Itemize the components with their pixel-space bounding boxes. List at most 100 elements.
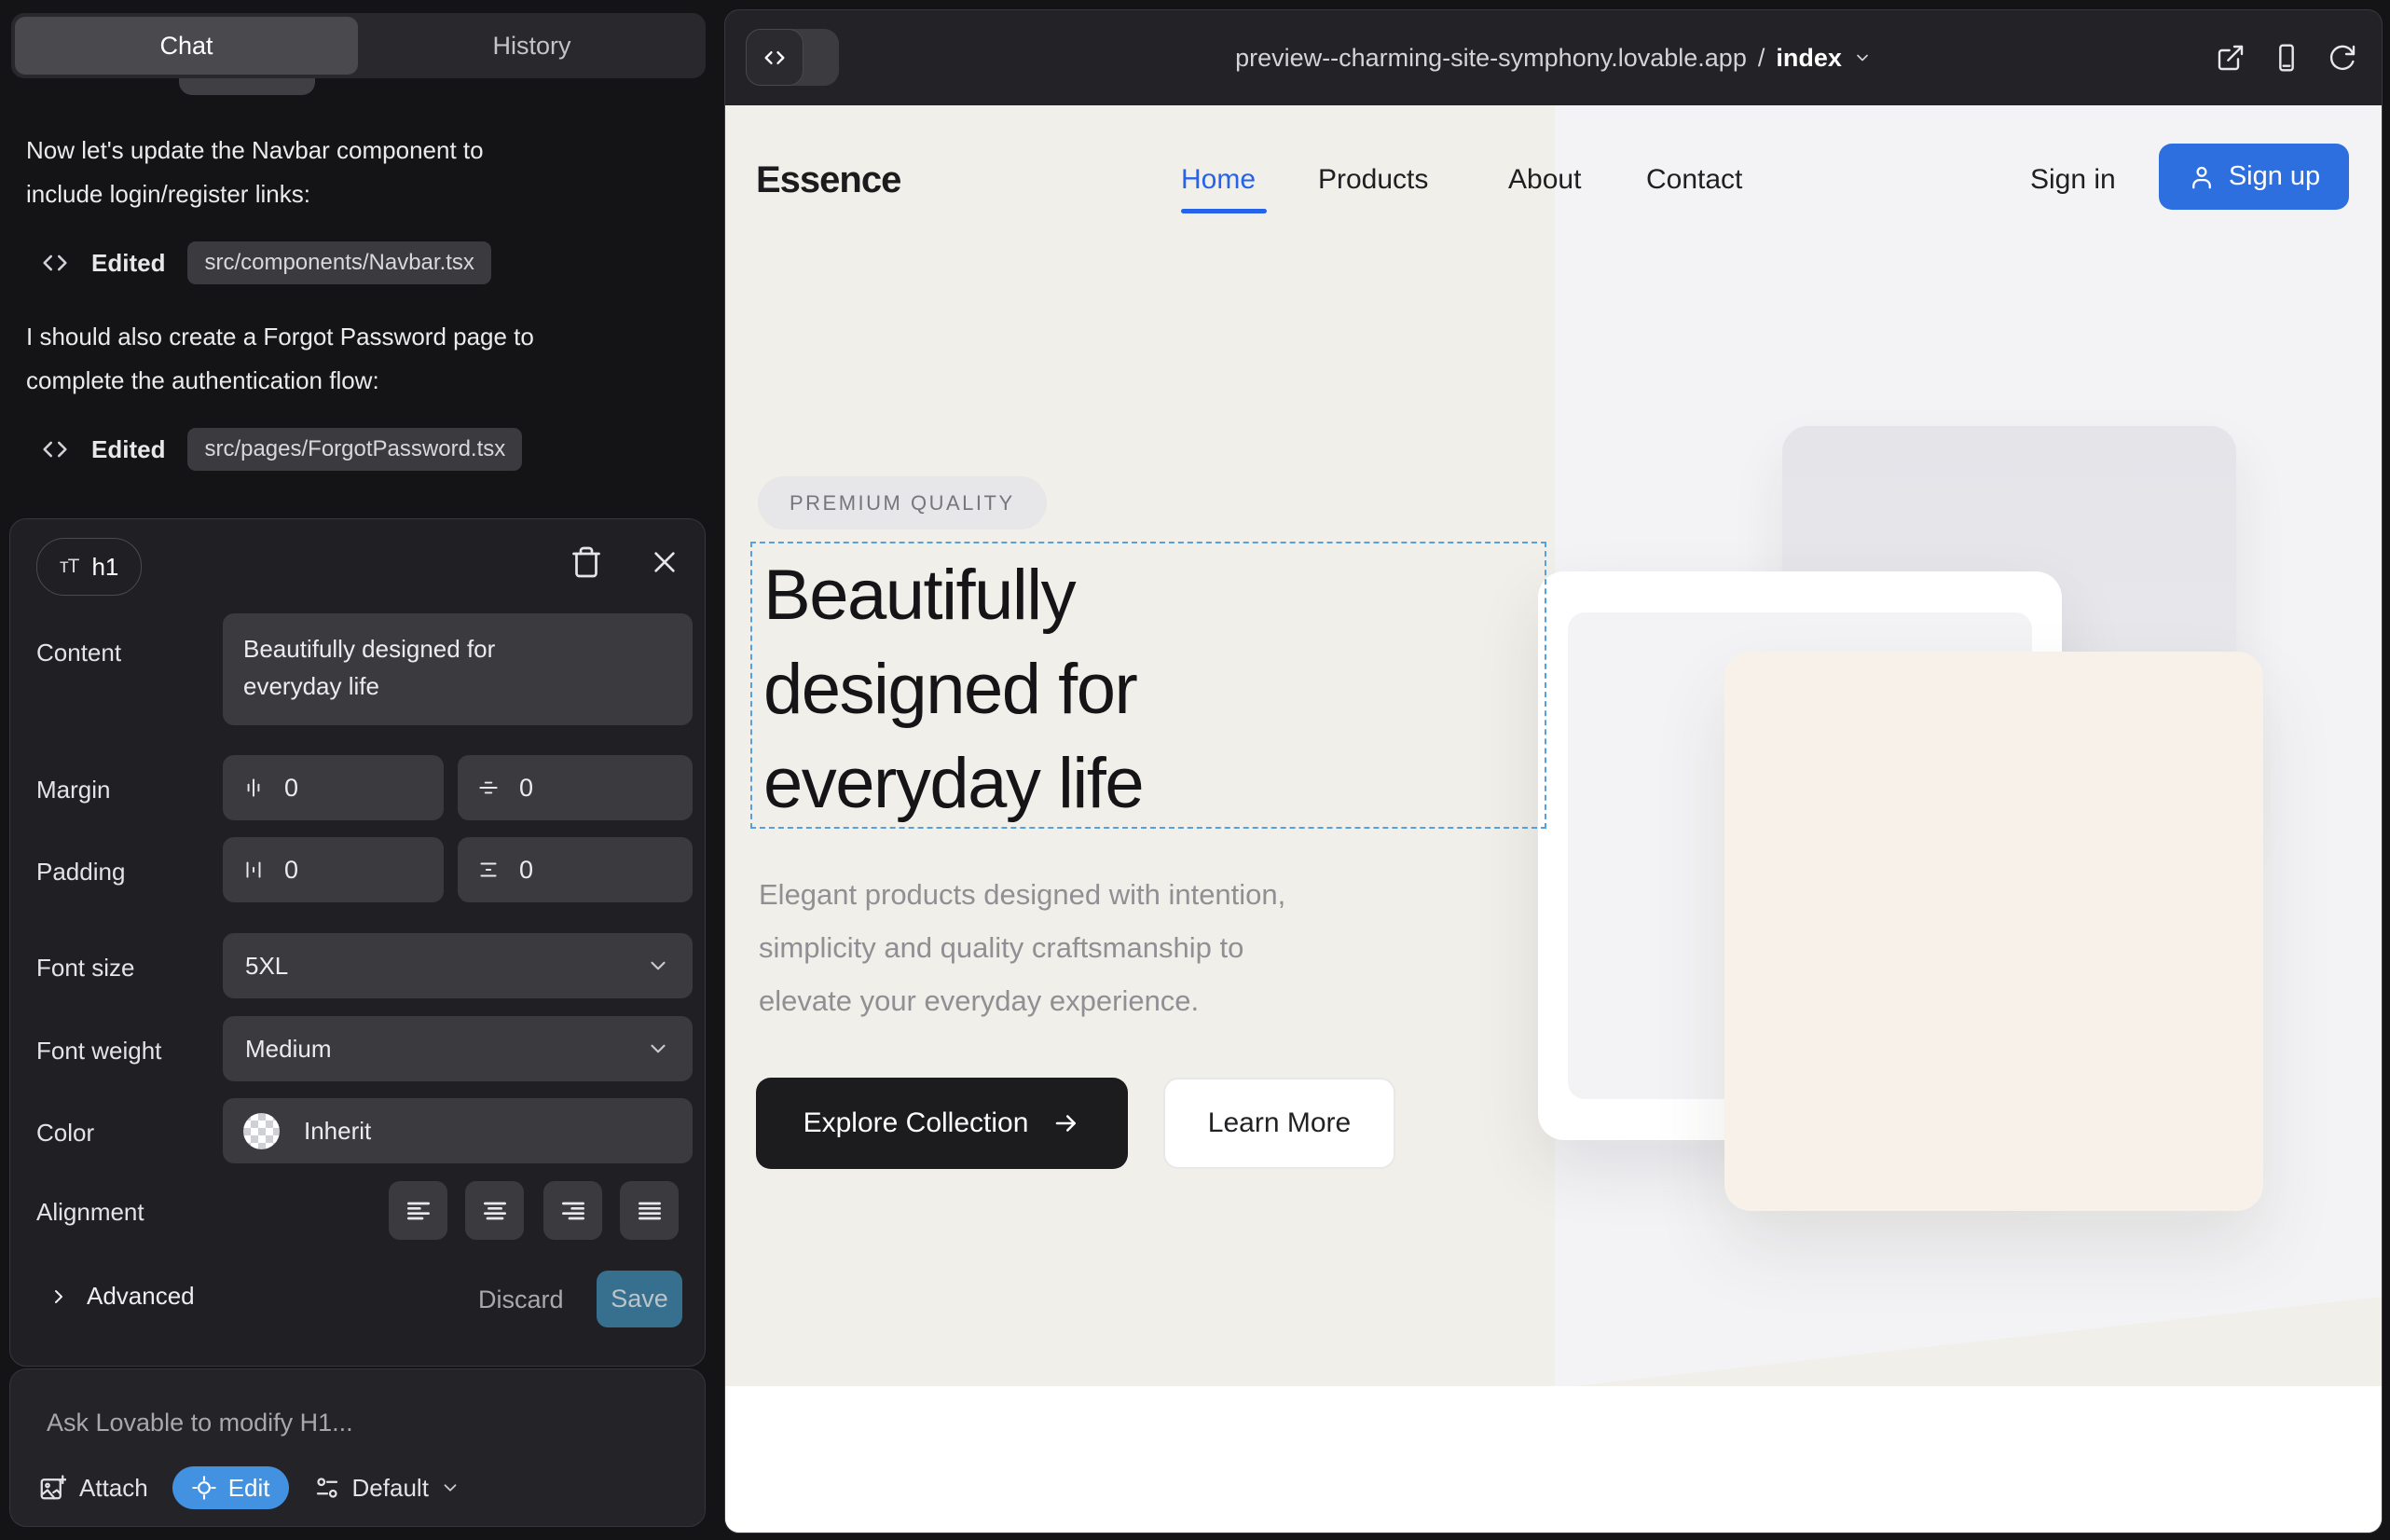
font-weight-select[interactable]: Medium: [223, 1016, 693, 1081]
align-right-button[interactable]: [543, 1181, 602, 1240]
h1-selection-outline[interactable]: [750, 542, 1546, 829]
margin-vertical-icon: [476, 776, 501, 800]
active-nav-underline: [1181, 209, 1267, 213]
edit-mode-button[interactable]: Edit: [172, 1466, 289, 1509]
padding-label: Padding: [36, 858, 125, 887]
margin-y-value: 0: [519, 774, 533, 803]
close-panel-button[interactable]: [650, 547, 680, 580]
nav-link-products[interactable]: Products: [1318, 164, 1428, 196]
margin-y-input[interactable]: 0: [458, 755, 693, 820]
attach-image-icon: [38, 1474, 66, 1502]
mode-label: Default: [352, 1474, 429, 1503]
nav-link-contact[interactable]: Contact: [1646, 164, 1742, 196]
font-size-select[interactable]: 5XL: [223, 933, 693, 998]
sign-up-label: Sign up: [2229, 161, 2320, 192]
tab-history[interactable]: History: [358, 13, 706, 78]
target-icon: [191, 1475, 217, 1501]
chevron-down-icon: [1853, 48, 1872, 67]
site-logo[interactable]: Essence: [756, 159, 900, 201]
scrolled-chip-partial: [179, 78, 315, 95]
font-weight-value: Medium: [245, 1035, 331, 1064]
app-window: Chat History Now let's update the Navbar…: [0, 0, 2390, 1540]
edited-label: Edited: [91, 435, 165, 464]
chat-message-line: Now let's update the Navbar component to: [26, 129, 697, 172]
edited-file-row: Edited src/pages/ForgotPassword.tsx: [39, 427, 522, 472]
nav-link-home[interactable]: Home: [1181, 164, 1256, 196]
padding-horizontal-icon: [241, 858, 266, 882]
padding-y-input[interactable]: 0: [458, 837, 693, 902]
attach-label: Attach: [79, 1474, 148, 1503]
code-view-toggle[interactable]: [746, 29, 839, 86]
delete-element-button[interactable]: [570, 545, 603, 582]
refresh-button[interactable]: [2328, 43, 2357, 73]
margin-x-input[interactable]: 0: [223, 755, 444, 820]
sign-up-button[interactable]: Sign up: [2159, 144, 2349, 210]
chat-message: Now let's update the Navbar component to…: [26, 129, 697, 216]
align-right-icon: [558, 1196, 588, 1226]
close-icon: [650, 547, 680, 577]
section-below-hero: [725, 1386, 2382, 1533]
element-tag-label: h1: [91, 553, 118, 582]
type-icon: тT: [60, 556, 78, 578]
preview-panel: preview--charming-site-symphony.lovable.…: [724, 9, 2383, 1533]
discard-button[interactable]: Discard: [478, 1286, 564, 1314]
font-size-label: Font size: [36, 954, 135, 983]
align-left-button[interactable]: [389, 1181, 447, 1240]
content-value-line: Beautifully designed for: [243, 630, 672, 667]
save-button[interactable]: Save: [597, 1271, 682, 1327]
chat-message-line: include login/register links:: [26, 172, 697, 216]
margin-label: Margin: [36, 776, 110, 804]
chevron-down-icon: [440, 1478, 460, 1498]
content-input[interactable]: Beautifully designed for everyday life: [223, 613, 693, 725]
edited-file-chip[interactable]: src/pages/ForgotPassword.tsx: [187, 428, 522, 471]
chevron-right-icon: [48, 1286, 70, 1308]
url-bar[interactable]: preview--charming-site-symphony.lovable.…: [725, 10, 2382, 105]
content-label: Content: [36, 639, 121, 667]
explore-collection-button[interactable]: Explore Collection: [756, 1078, 1128, 1169]
alignment-label: Alignment: [36, 1198, 144, 1227]
tab-chat[interactable]: Chat: [15, 17, 358, 75]
url-page: index: [1776, 44, 1842, 73]
padding-x-input[interactable]: 0: [223, 837, 444, 902]
site-preview: Essence Home Products About Contact Sign…: [725, 105, 2382, 1533]
preview-topbar: preview--charming-site-symphony.lovable.…: [725, 10, 2382, 105]
chat-history-tabbar: Chat History: [11, 13, 706, 78]
color-value: Inherit: [304, 1117, 371, 1146]
edited-file-chip[interactable]: src/components/Navbar.tsx: [187, 241, 490, 284]
chat-composer[interactable]: Ask Lovable to modify H1... Attach Edit: [9, 1368, 706, 1527]
padding-vertical-icon: [476, 858, 501, 882]
code-toggle-segment[interactable]: [746, 29, 804, 86]
font-size-value: 5XL: [245, 952, 288, 981]
model-mode-button[interactable]: Default: [313, 1474, 460, 1503]
chat-message: I should also create a Forgot Password p…: [26, 315, 697, 403]
preview-actions: [2216, 10, 2357, 105]
hero-paragraph-line: elevate your everyday experience.: [759, 974, 1285, 1027]
open-external-button[interactable]: [2216, 43, 2246, 73]
url-separator: /: [1758, 44, 1765, 73]
color-select[interactable]: Inherit: [223, 1098, 693, 1163]
nav-link-about[interactable]: About: [1508, 164, 1581, 196]
chevron-down-icon: [646, 1037, 670, 1061]
chat-message-line: I should also create a Forgot Password p…: [26, 315, 697, 359]
color-label: Color: [36, 1119, 94, 1148]
code-icon: [39, 433, 71, 465]
font-weight-label: Font weight: [36, 1037, 161, 1066]
sign-in-link[interactable]: Sign in: [2030, 164, 2116, 196]
advanced-toggle[interactable]: Advanced: [48, 1282, 195, 1311]
user-icon: [2188, 163, 2216, 191]
padding-y-value: 0: [519, 856, 533, 885]
element-editor-panel: тT h1 Content Beautifully designed for e…: [9, 518, 706, 1367]
align-left-icon: [404, 1196, 433, 1226]
learn-more-button[interactable]: Learn More: [1163, 1078, 1395, 1169]
premium-quality-badge: PREMIUM QUALITY: [758, 476, 1047, 529]
align-center-icon: [480, 1196, 510, 1226]
mobile-view-button[interactable]: [2272, 43, 2301, 73]
edited-label: Edited: [91, 249, 165, 278]
composer-input[interactable]: Ask Lovable to modify H1...: [47, 1409, 353, 1437]
attach-button[interactable]: Attach: [38, 1474, 148, 1503]
align-center-button[interactable]: [465, 1181, 524, 1240]
edit-label: Edit: [228, 1474, 270, 1503]
code-icon: [39, 247, 71, 279]
align-justify-button[interactable]: [620, 1181, 679, 1240]
arrow-right-icon: [1052, 1109, 1080, 1137]
